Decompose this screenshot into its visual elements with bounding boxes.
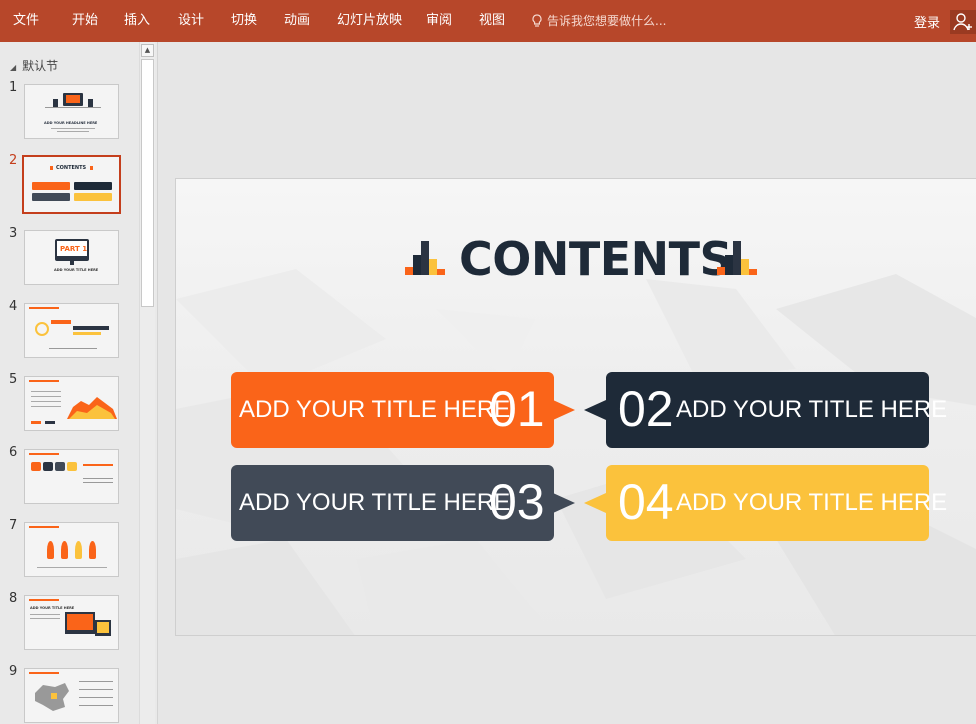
slide-number: 3 bbox=[9, 226, 18, 241]
thumbnail-subtitle: ADD YOUR TITLE HERE bbox=[54, 268, 99, 272]
item-title: ADD YOUR TITLE HERE bbox=[239, 489, 511, 516]
thumbnail-title: CONTENTS bbox=[56, 165, 87, 171]
tell-me-text: 告诉我您想要做什么... bbox=[547, 14, 667, 28]
slide-thumbnail-2-selected[interactable]: CONTENTS bbox=[22, 155, 121, 214]
item-title: ADD YOUR TITLE HERE bbox=[239, 396, 511, 423]
slide-number: 5 bbox=[9, 372, 18, 387]
item-title: ADD YOUR TITLE HERE bbox=[676, 489, 948, 516]
slide-number: 8 bbox=[9, 591, 18, 606]
slide-number: 6 bbox=[9, 445, 18, 460]
scroll-up-icon[interactable]: ▲ bbox=[141, 44, 154, 57]
section-header[interactable]: ◢ 默认节 bbox=[10, 57, 58, 74]
pointer-arrow-icon bbox=[553, 400, 575, 420]
pane-scrollbar[interactable]: ▲ bbox=[139, 42, 155, 724]
slide-thumbnail-pane: ◢ 默认节 1 ADD YOUR HEADLINE HERE 2 CONTENTS… bbox=[0, 42, 158, 724]
slide-number: 1 bbox=[9, 80, 18, 95]
slide-thumbnail-6[interactable] bbox=[24, 449, 119, 504]
pointer-arrow-icon bbox=[584, 493, 606, 513]
tab-design[interactable]: 设计 bbox=[178, 12, 204, 30]
contents-item-02[interactable]: 02 ADD YOUR TITLE HERE bbox=[584, 372, 947, 448]
slide-thumbnail-5[interactable] bbox=[24, 376, 119, 431]
contents-item-03[interactable]: ADD YOUR TITLE HERE 03 bbox=[231, 465, 575, 541]
item-number: 02 bbox=[618, 381, 674, 437]
tab-transitions[interactable]: 切换 bbox=[231, 12, 257, 30]
item-number: 04 bbox=[618, 474, 674, 530]
slide-title: CONTENTS bbox=[459, 232, 733, 286]
ribbon-tab-bar: 文件 开始 插入 设计 切换 动画 幻灯片放映 审阅 视图 告诉我您想要做什么.… bbox=[0, 0, 976, 42]
contents-item-04[interactable]: 04 ADD YOUR TITLE HERE bbox=[584, 465, 947, 541]
person-add-icon bbox=[953, 13, 972, 31]
item-number: 01 bbox=[489, 381, 545, 437]
collapse-triangle-icon[interactable]: ◢ bbox=[10, 63, 16, 72]
slide-thumbnail-3[interactable]: PART 1 ADD YOUR TITLE HERE bbox=[24, 230, 119, 285]
pointer-arrow-icon bbox=[584, 400, 606, 420]
current-slide[interactable]: CONTENTS ADD YOUR TITLE HERE 01 02 ADD Y… bbox=[175, 178, 976, 636]
tab-home[interactable]: 开始 bbox=[72, 12, 98, 30]
tab-insert[interactable]: 插入 bbox=[124, 12, 150, 30]
scrollbar-thumb[interactable] bbox=[141, 59, 154, 307]
slide-number-active: 2 bbox=[9, 153, 18, 168]
tab-file[interactable]: 文件 bbox=[13, 12, 39, 30]
contents-item-01[interactable]: ADD YOUR TITLE HERE 01 bbox=[231, 372, 575, 448]
slide-number: 7 bbox=[9, 518, 18, 533]
tab-slideshow[interactable]: 幻灯片放映 bbox=[337, 12, 402, 30]
thumbnail-part-label: PART 1 bbox=[60, 245, 88, 253]
slide-editing-area: CONTENTS ADD YOUR TITLE HERE 01 02 ADD Y… bbox=[158, 42, 976, 724]
item-number: 03 bbox=[489, 474, 545, 530]
thumbnail-title: ADD YOUR HEADLINE HERE bbox=[44, 121, 98, 125]
item-title: ADD YOUR TITLE HERE bbox=[676, 396, 948, 423]
lightbulb-icon bbox=[532, 14, 542, 27]
bar-chart-logo-icon bbox=[405, 241, 445, 275]
tell-me-box[interactable]: 告诉我您想要做什么... bbox=[531, 12, 666, 29]
slide-thumbnail-9[interactable] bbox=[24, 668, 119, 723]
section-title: 默认节 bbox=[22, 59, 59, 73]
tab-animations[interactable]: 动画 bbox=[284, 12, 310, 30]
login-link[interactable]: 登录 bbox=[914, 12, 940, 31]
slide-thumbnail-8[interactable]: ADD YOUR TITLE HERE bbox=[24, 595, 119, 650]
slide-number: 4 bbox=[9, 299, 18, 314]
tab-review[interactable]: 审阅 bbox=[426, 12, 452, 30]
slide-thumbnail-4[interactable] bbox=[24, 303, 119, 358]
tab-view[interactable]: 视图 bbox=[479, 12, 505, 30]
pointer-arrow-icon bbox=[553, 493, 575, 513]
share-button[interactable] bbox=[950, 10, 976, 34]
slide-thumbnail-7[interactable] bbox=[24, 522, 119, 577]
thumbnail-title: ADD YOUR TITLE HERE bbox=[30, 606, 75, 610]
slide-number: 9 bbox=[9, 664, 18, 679]
bar-chart-logo-icon bbox=[717, 241, 757, 275]
slide-thumbnail-1[interactable]: ADD YOUR HEADLINE HERE bbox=[24, 84, 119, 139]
